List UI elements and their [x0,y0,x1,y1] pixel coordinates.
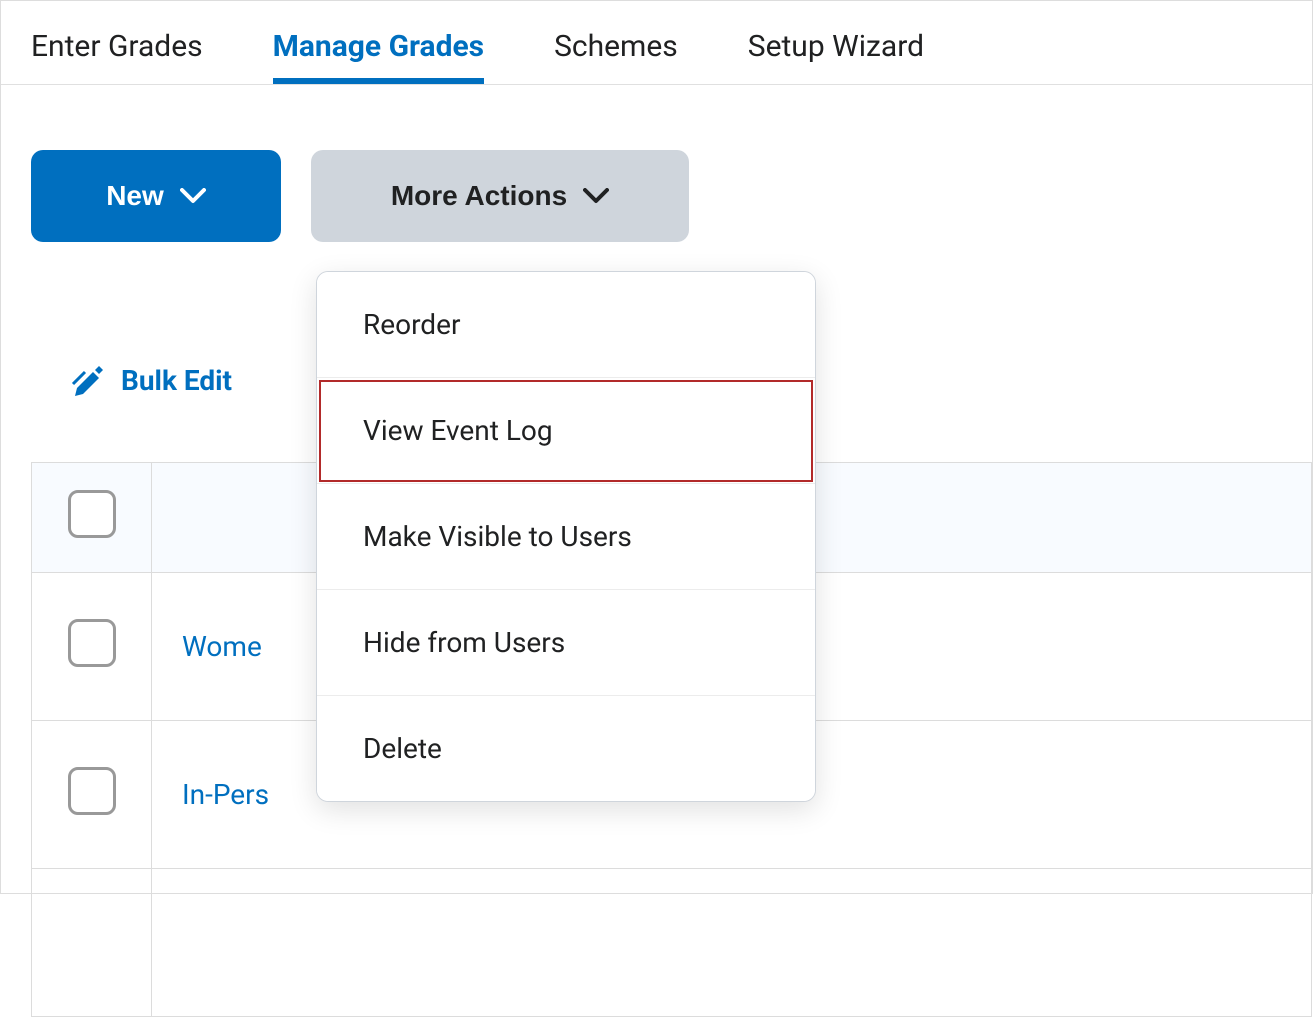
row-checkbox-cell [32,573,152,721]
dropdown-item-delete[interactable]: Delete [317,696,815,801]
table-row [32,869,1312,1017]
toolbar: New More Actions [1,85,1312,242]
tab-bar: Enter Grades Manage Grades Schemes Setup… [1,11,1312,85]
chevron-down-icon [583,188,609,204]
dropdown-item-make-visible[interactable]: Make Visible to Users [317,484,815,590]
dropdown-item-hide-from-users[interactable]: Hide from Users [317,590,815,696]
tab-enter-grades[interactable]: Enter Grades [31,29,203,84]
edit-icon [71,362,107,398]
grade-item-link[interactable]: In-Pers [182,778,269,811]
select-all-checkbox[interactable] [68,490,116,538]
grade-item-link[interactable]: Wome [182,630,262,663]
row-checkbox-cell [32,869,152,1017]
row-label-cell [152,869,1312,1017]
row-checkbox-cell [32,721,152,869]
more-actions-dropdown: Reorder View Event Log Make Visible to U… [316,271,816,802]
bulk-edit-label: Bulk Edit [121,364,232,397]
dropdown-item-reorder[interactable]: Reorder [317,272,815,378]
tab-schemes[interactable]: Schemes [554,29,678,84]
chevron-down-icon [180,188,206,204]
table-header-checkbox [32,463,152,573]
bulk-edit-button[interactable]: Bulk Edit [71,362,232,398]
new-button-label: New [106,180,164,212]
more-actions-button[interactable]: More Actions [311,150,689,242]
tab-setup-wizard[interactable]: Setup Wizard [748,29,924,84]
more-actions-label: More Actions [391,180,567,212]
new-button[interactable]: New [31,150,281,242]
tab-manage-grades[interactable]: Manage Grades [273,29,485,84]
dropdown-item-view-event-log[interactable]: View Event Log [317,378,815,484]
row-checkbox[interactable] [68,619,116,667]
row-checkbox[interactable] [68,767,116,815]
app-container: Enter Grades Manage Grades Schemes Setup… [0,0,1313,894]
